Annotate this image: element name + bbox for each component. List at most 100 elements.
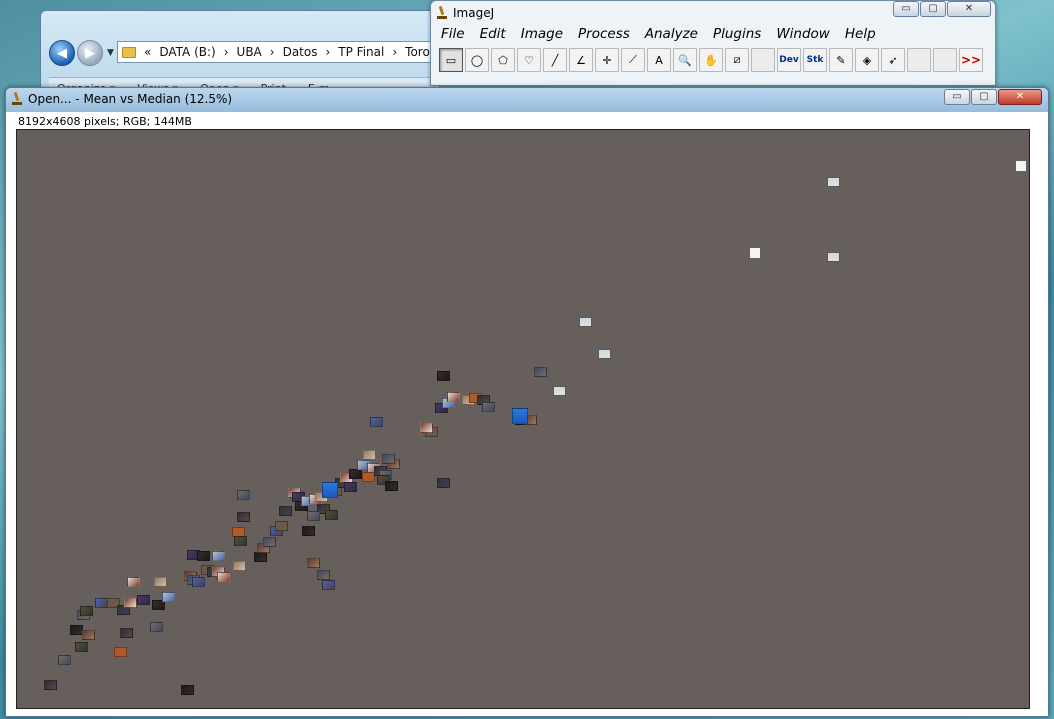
- address-segment[interactable]: «: [144, 45, 151, 59]
- blank-slot[interactable]: [751, 48, 775, 72]
- menu-window[interactable]: Window: [776, 26, 830, 42]
- photo-thumbnail: [1015, 160, 1027, 172]
- photo-thumbnail: [124, 598, 137, 608]
- imagej-caption-buttons: ▭ ▢ ✕: [893, 1, 991, 17]
- line-tool[interactable]: ╱: [543, 48, 567, 72]
- photo-thumbnail: [44, 680, 57, 690]
- address-segment[interactable]: ›: [392, 45, 397, 59]
- imagej-window: ImageJ ▭ ▢ ✕ File Edit Image Process Analyze…: [430, 0, 996, 86]
- photo-thumbnail: [437, 478, 450, 488]
- image-window-title: Open... - Mean vs Median (12.5%): [28, 92, 233, 106]
- wand-tool[interactable]: ⟋: [621, 48, 645, 72]
- photo-thumbnail: [447, 392, 460, 402]
- address-segment[interactable]: DATA (B:): [159, 45, 215, 59]
- photo-thumbnail: [827, 177, 840, 187]
- close-button[interactable]: ✕: [947, 1, 991, 17]
- microscope-icon: [12, 92, 22, 106]
- photo-thumbnail: [82, 630, 95, 640]
- color-picker-tool[interactable]: ⧄: [725, 48, 749, 72]
- maximize-button[interactable]: ▢: [971, 89, 997, 105]
- address-segment[interactable]: UBA: [237, 45, 262, 59]
- photo-thumbnail: [263, 537, 276, 547]
- photo-thumbnail: [254, 552, 267, 562]
- photo-thumbnail: [237, 490, 250, 500]
- freehand-tool[interactable]: ♡: [517, 48, 541, 72]
- photo-thumbnail: [420, 423, 433, 433]
- address-segment[interactable]: TP Final: [338, 45, 384, 59]
- back-button[interactable]: ◀: [49, 40, 75, 66]
- photo-thumbnail: [154, 577, 167, 587]
- image-info: 8192x4608 pixels; RGB; 144MB: [18, 115, 192, 128]
- more-tools-button[interactable]: >>: [959, 48, 983, 72]
- arrow-tool[interactable]: ➶: [881, 48, 905, 72]
- hand-tool[interactable]: ✋: [699, 48, 723, 72]
- angle-tool[interactable]: ∠: [569, 48, 593, 72]
- photo-thumbnail: [234, 536, 247, 546]
- photo-thumbnail: [307, 511, 320, 521]
- photo-thumbnail: [512, 408, 528, 424]
- address-segment[interactable]: ›: [325, 45, 330, 59]
- photo-thumbnail: [579, 317, 592, 327]
- menu-analyze[interactable]: Analyze: [645, 26, 698, 42]
- address-bar[interactable]: «DATA (B:) › UBA › Datos › TP Final › Toron: [117, 41, 439, 63]
- image-window-titlebar[interactable]: Open... - Mean vs Median (12.5%) ▭ ▢ ✕: [6, 88, 1048, 112]
- forward-button[interactable]: ▶: [77, 40, 103, 66]
- menu-edit[interactable]: Edit: [480, 26, 506, 42]
- imagej-menubar: File Edit Image Process Analyze Plugins Window…: [441, 26, 876, 42]
- magnifier-tool[interactable]: 🔍: [673, 48, 697, 72]
- photo-thumbnail: [370, 417, 383, 427]
- photo-thumbnail: [363, 450, 376, 460]
- photo-thumbnail: [80, 606, 93, 616]
- address-segment[interactable]: ›: [270, 45, 275, 59]
- menu-plugins[interactable]: Plugins: [713, 26, 761, 42]
- dev-tool[interactable]: Dev: [777, 48, 801, 72]
- imagej-titlebar: ImageJ: [437, 4, 494, 22]
- photo-thumbnail: [553, 386, 566, 396]
- brush-tool[interactable]: ✎: [829, 48, 853, 72]
- flood-fill-tool[interactable]: ◈: [855, 48, 879, 72]
- photo-thumbnail: [192, 577, 205, 587]
- photo-thumbnail: [127, 577, 140, 587]
- microscope-icon: [437, 6, 447, 20]
- rectangle-tool[interactable]: ▭: [439, 48, 463, 72]
- photo-thumbnail: [534, 367, 547, 377]
- address-segment[interactable]: ›: [224, 45, 229, 59]
- photo-thumbnail: [749, 247, 761, 259]
- photo-thumbnail: [58, 655, 71, 665]
- photo-thumbnail: [325, 510, 338, 520]
- close-button[interactable]: ✕: [998, 89, 1042, 105]
- menu-process[interactable]: Process: [578, 26, 630, 42]
- recent-pages-dropdown[interactable]: ▼: [107, 48, 114, 58]
- maximize-button[interactable]: ▢: [920, 1, 946, 17]
- photo-thumbnail: [322, 482, 338, 498]
- stk-tool[interactable]: Stk: [803, 48, 827, 72]
- photo-thumbnail: [181, 685, 194, 695]
- blank-slot-3[interactable]: [933, 48, 957, 72]
- minimize-button[interactable]: ▭: [893, 1, 919, 17]
- blank-slot-2[interactable]: [907, 48, 931, 72]
- photo-thumbnail: [437, 371, 450, 381]
- photo-thumbnail: [382, 454, 395, 464]
- photo-thumbnail: [482, 402, 495, 412]
- photo-thumbnail: [317, 570, 330, 580]
- photo-thumbnail: [197, 551, 210, 561]
- imagej-title: ImageJ: [453, 6, 495, 20]
- polygon-tool[interactable]: ⬠: [491, 48, 515, 72]
- oval-tool[interactable]: ◯: [465, 48, 489, 72]
- menu-help[interactable]: Help: [845, 26, 876, 42]
- text-tool[interactable]: A: [647, 48, 671, 72]
- menu-image[interactable]: Image: [521, 26, 563, 42]
- photo-thumbnail: [237, 512, 250, 522]
- photo-thumbnail: [322, 580, 335, 590]
- photo-thumbnail: [75, 642, 88, 652]
- photo-thumbnail: [233, 561, 246, 571]
- point-tool[interactable]: ✛: [595, 48, 619, 72]
- photo-thumbnail: [162, 592, 175, 602]
- address-segment[interactable]: Datos: [283, 45, 318, 59]
- image-window: Open... - Mean vs Median (12.5%) ▭ ▢ ✕ 8…: [5, 87, 1049, 717]
- menu-file[interactable]: File: [441, 26, 465, 42]
- minimize-button[interactable]: ▭: [944, 89, 970, 105]
- image-canvas[interactable]: [16, 129, 1030, 709]
- photo-thumbnail: [279, 506, 292, 516]
- photo-thumbnail: [344, 482, 357, 492]
